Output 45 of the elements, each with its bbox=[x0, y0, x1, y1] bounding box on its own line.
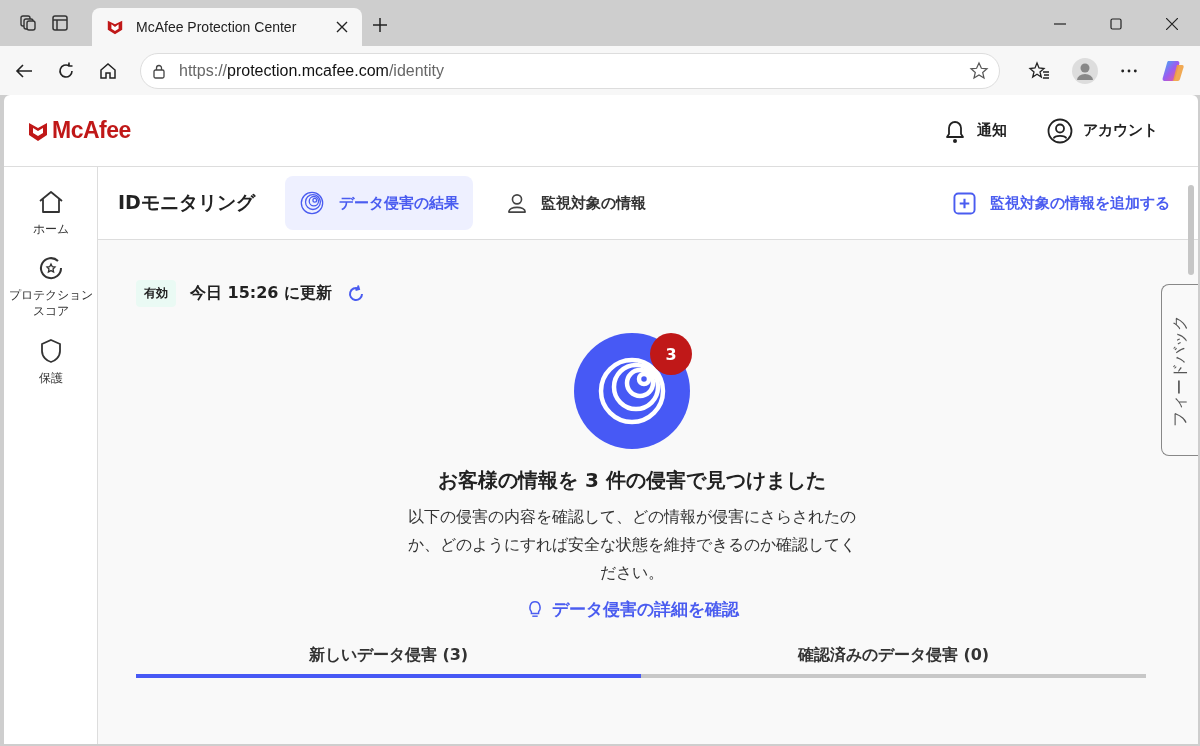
count-badge: 3 bbox=[650, 333, 692, 375]
browser-tab[interactable]: McAfee Protection Center bbox=[92, 8, 362, 46]
sidebar-item[interactable]: プロテクションスコア bbox=[7, 255, 94, 320]
summary-heading: お客様の情報を 3 件の侵害で見つけました bbox=[438, 467, 826, 494]
address-bar[interactable]: https://protection.mcafee.com/identity bbox=[140, 52, 1000, 89]
fingerprint-icon bbox=[298, 190, 325, 216]
logo-wordmark: McAfee bbox=[52, 117, 131, 144]
shield-icon bbox=[38, 337, 63, 364]
mcafee-logo[interactable]: McAfee bbox=[28, 117, 131, 144]
header-action[interactable]: 通知 bbox=[943, 117, 1007, 144]
shield-logo-icon bbox=[106, 18, 124, 36]
lock-icon[interactable] bbox=[151, 62, 167, 79]
sidebar-item[interactable]: 保護 bbox=[7, 337, 94, 386]
sidebar-item[interactable]: ホーム bbox=[7, 189, 94, 238]
add-info-link[interactable]: 監視対象の情報を追加する bbox=[953, 191, 1170, 215]
tab-actions-icon[interactable] bbox=[50, 13, 70, 33]
updated-text: 今日 15:26 に更新 bbox=[190, 283, 333, 304]
status-badge: 有効 bbox=[136, 280, 176, 307]
page-tab[interactable]: データ侵害の結果 bbox=[284, 176, 473, 230]
page-title: IDモニタリング bbox=[118, 190, 255, 215]
profile-avatar-icon[interactable] bbox=[1072, 57, 1098, 84]
star-icon[interactable] bbox=[969, 60, 989, 81]
breach-details-link[interactable]: データ侵害の詳細を確認 bbox=[525, 597, 739, 621]
maximize-icon[interactable] bbox=[1110, 18, 1122, 30]
close-icon[interactable] bbox=[336, 21, 348, 33]
favorites-icon[interactable] bbox=[1028, 60, 1050, 81]
breach-tab[interactable]: 確認済みのデータ侵害 (0) bbox=[641, 644, 1146, 678]
page-tab[interactable]: 監視対象の情報 bbox=[492, 176, 660, 230]
breach-tab[interactable]: 新しいデータ侵害 (3) bbox=[136, 644, 641, 678]
score-gauge-icon bbox=[37, 255, 64, 282]
refresh-icon[interactable] bbox=[56, 60, 76, 81]
summary-text: 以下の侵害の内容を確認して、どの情報が侵害にさらされたのか、どのようにすれば安全な状態を維持できるのか確認してください。 bbox=[407, 507, 857, 584]
header-action[interactable]: アカウント bbox=[1047, 117, 1158, 144]
workspaces-icon[interactable] bbox=[18, 13, 38, 33]
tab-title: McAfee Protection Center bbox=[136, 19, 298, 35]
url-text: https://protection.mcafee.com/identity bbox=[179, 61, 445, 80]
close-icon[interactable] bbox=[1166, 18, 1178, 30]
add-icon bbox=[953, 191, 976, 215]
account-icon bbox=[1047, 117, 1073, 144]
more-icon[interactable] bbox=[1120, 67, 1138, 74]
home-icon[interactable] bbox=[98, 60, 118, 81]
feedback-tab[interactable]: フィードバック bbox=[1161, 284, 1198, 456]
person-icon bbox=[506, 192, 527, 214]
scrollbar-thumb[interactable] bbox=[1188, 185, 1194, 275]
new-tab-icon[interactable] bbox=[372, 17, 388, 33]
